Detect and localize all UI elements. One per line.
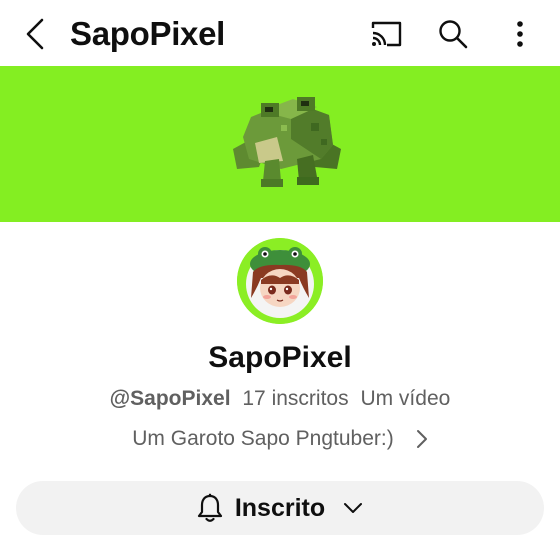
app-header: SapoPixel xyxy=(0,0,560,66)
channel-description: Um Garoto Sapo Pngtuber:) xyxy=(132,427,394,450)
channel-description-link[interactable]: Um Garoto Sapo Pngtuber:) xyxy=(0,425,560,453)
channel-meta: @SapoPixel 17 inscritos Um vídeo xyxy=(0,385,560,413)
subscriber-count: 17 inscritos xyxy=(242,387,349,410)
chevron-down-icon xyxy=(343,502,363,514)
search-button[interactable] xyxy=(431,12,475,56)
video-count: Um vídeo xyxy=(360,387,451,410)
channel-name: SapoPixel xyxy=(208,341,352,374)
frog-banner-art xyxy=(233,97,341,187)
chevron-right-icon xyxy=(416,429,428,449)
channel-avatar[interactable] xyxy=(237,238,323,324)
chevron-left-icon xyxy=(26,18,44,50)
more-vertical-icon xyxy=(517,21,523,47)
bell-icon xyxy=(197,493,223,523)
avatar-image xyxy=(237,238,323,324)
page-title: SapoPixel xyxy=(70,15,226,52)
back-button[interactable] xyxy=(18,14,52,54)
cast-button[interactable] xyxy=(364,12,408,56)
more-options-button[interactable] xyxy=(498,12,542,56)
subscribed-label: Inscrito xyxy=(234,493,326,522)
subscribed-button[interactable]: Inscrito xyxy=(16,481,544,535)
cast-icon xyxy=(371,21,402,47)
search-icon xyxy=(439,20,468,49)
channel-handle: @SapoPixel xyxy=(109,387,231,410)
